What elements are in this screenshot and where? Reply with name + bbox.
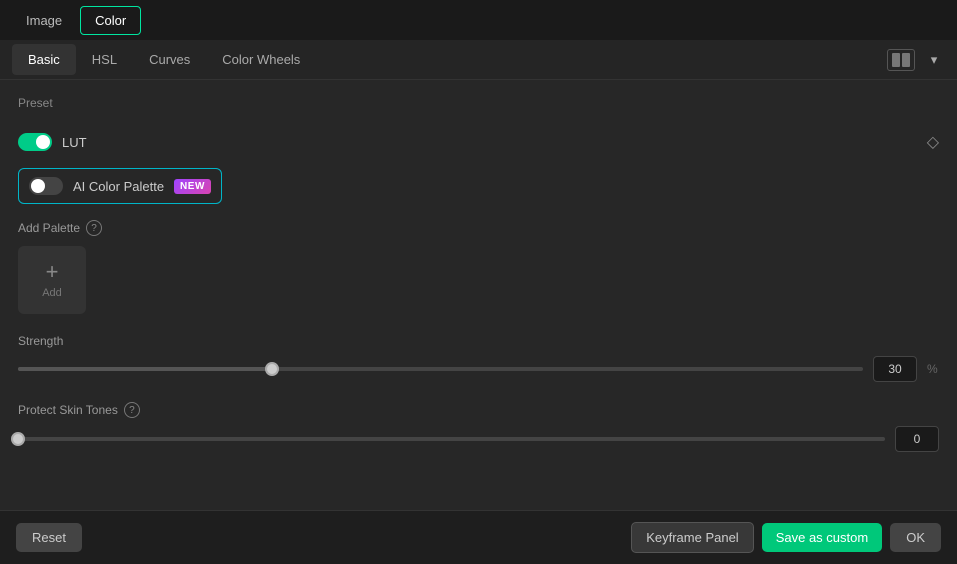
protect-skin-thumb[interactable] — [11, 432, 25, 446]
strength-unit: % — [927, 362, 939, 376]
ai-color-palette-row: AI Color Palette NEW — [18, 168, 222, 204]
palette-label: Add Palette — [18, 221, 80, 235]
tab-hsl[interactable]: HSL — [76, 44, 133, 75]
protect-skin-label: Protect Skin Tones — [18, 403, 118, 417]
strength-label: Strength — [18, 334, 63, 348]
protect-skin-info-icon[interactable]: ? — [124, 402, 140, 418]
sub-tabs-right: ▾ — [887, 49, 945, 71]
palette-items: + Add — [18, 246, 939, 314]
tab-curves[interactable]: Curves — [133, 44, 206, 75]
strength-section: Strength 30 % — [18, 334, 939, 382]
tab-color-wheels[interactable]: Color Wheels — [206, 44, 316, 75]
ai-color-palette-toggle[interactable] — [29, 177, 63, 195]
new-badge: NEW — [174, 179, 211, 194]
ok-button[interactable]: OK — [890, 523, 941, 552]
preset-label: Preset — [18, 96, 939, 110]
diamond-icon: ◇ — [927, 132, 939, 152]
lut-toggle-knob — [36, 135, 50, 149]
strength-thumb[interactable] — [265, 362, 279, 376]
lut-toggle[interactable] — [18, 133, 52, 151]
strength-label-row: Strength — [18, 334, 939, 348]
bottom-right-buttons: Keyframe Panel Save as custom OK — [631, 522, 941, 553]
sub-tabs: Basic HSL Curves Color Wheels ▾ — [0, 40, 957, 80]
bottom-bar: Reset Keyframe Panel Save as custom OK — [0, 510, 957, 564]
protect-skin-slider-track[interactable] — [18, 437, 885, 441]
lut-row: LUT ◇ — [18, 124, 939, 160]
protect-skin-section: Protect Skin Tones ? 0 — [18, 402, 939, 452]
protect-skin-track-bg — [18, 437, 885, 441]
palette-add-label: Add — [42, 287, 62, 299]
palette-add-button[interactable]: + Add — [18, 246, 86, 314]
top-bar: Image Color — [0, 0, 957, 40]
tab-basic[interactable]: Basic — [12, 44, 76, 75]
add-palette-info-icon[interactable]: ? — [86, 220, 102, 236]
strength-fill — [18, 367, 272, 371]
ai-color-palette-label: AI Color Palette — [73, 179, 164, 194]
main-content: Preset LUT ◇ AI Color Palette NEW Add Pa… — [0, 80, 957, 510]
protect-skin-value[interactable]: 0 — [895, 426, 939, 452]
split-view-icon[interactable] — [887, 49, 915, 71]
strength-slider-track[interactable] — [18, 367, 863, 371]
protect-skin-slider-container: 0 — [18, 426, 939, 452]
keyframe-panel-button[interactable]: Keyframe Panel — [631, 522, 754, 553]
plus-icon: + — [46, 261, 59, 283]
reset-button[interactable]: Reset — [16, 523, 82, 552]
color-menu[interactable]: Color — [80, 6, 141, 35]
palette-section: Add Palette ? + Add — [18, 220, 939, 314]
strength-value[interactable]: 30 — [873, 356, 917, 382]
strength-slider-container: 30 % — [18, 356, 939, 382]
save-as-custom-button[interactable]: Save as custom — [762, 523, 883, 552]
image-menu[interactable]: Image — [12, 7, 76, 34]
protect-skin-label-row: Protect Skin Tones ? — [18, 402, 939, 418]
lut-label: LUT — [62, 135, 87, 150]
chevron-down-icon[interactable]: ▾ — [923, 49, 945, 71]
ai-color-palette-toggle-knob — [31, 179, 45, 193]
palette-section-header: Add Palette ? — [18, 220, 939, 236]
